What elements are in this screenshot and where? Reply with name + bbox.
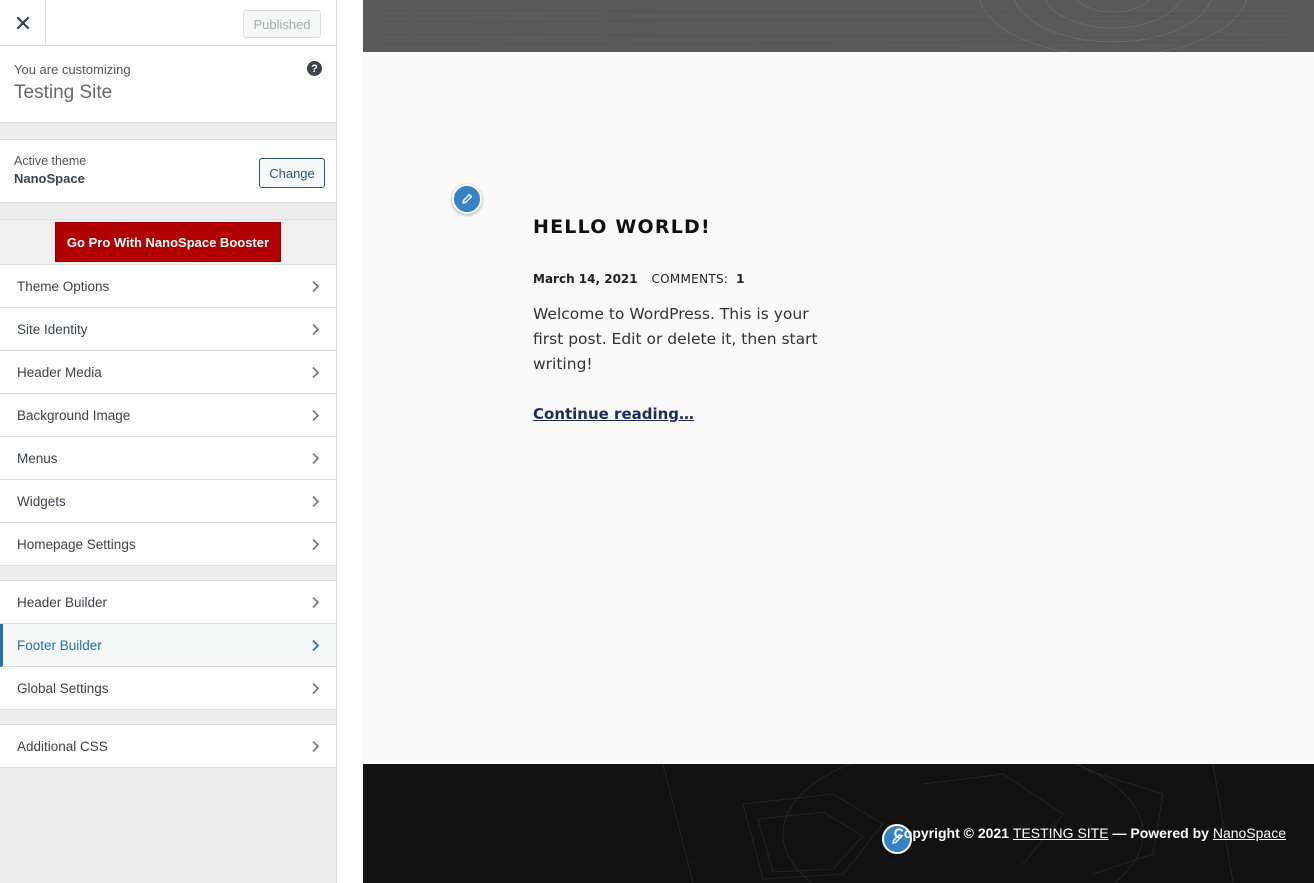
- post-excerpt: Welcome to WordPress. This is your first…: [533, 305, 818, 373]
- site-title: Testing Site: [14, 82, 113, 103]
- comments-label: COMMENTS:: [651, 272, 729, 286]
- chevron-right-icon: [312, 682, 320, 695]
- customizing-info: You are customizing Testing Site: [0, 46, 336, 123]
- close-icon: [16, 16, 29, 29]
- section-theme-options[interactable]: Theme Options: [0, 265, 336, 308]
- customizing-label: You are customizing: [14, 62, 131, 77]
- content-area: HELLO WORLD! March 14, 2021 COMMENTS: 1 …: [363, 52, 1314, 764]
- footer-site-link[interactable]: TESTING SITE: [1013, 825, 1109, 841]
- section-label: Background Image: [17, 407, 131, 423]
- chevron-right-icon: [312, 323, 320, 336]
- go-pro-button[interactable]: Go Pro With NanoSpace Booster: [55, 222, 281, 262]
- chevron-right-icon: [312, 740, 320, 753]
- copyright-prefix: Copyright © 2021: [893, 825, 1009, 841]
- promo-row: Go Pro With NanoSpace Booster: [0, 219, 336, 265]
- chevron-right-icon: [312, 639, 320, 652]
- chevron-right-icon: [312, 452, 320, 465]
- section-label: Menus: [17, 450, 58, 466]
- comments-count[interactable]: 1: [736, 272, 744, 286]
- post-date[interactable]: March 14, 2021: [533, 272, 638, 286]
- section-label: Homepage Settings: [17, 536, 136, 552]
- footer-theme-link[interactable]: NanoSpace: [1213, 825, 1286, 841]
- section-header-media[interactable]: Header Media: [0, 351, 336, 394]
- chevron-right-icon: [312, 280, 320, 293]
- site-preview: HELLO WORLD! March 14, 2021 COMMENTS: 1 …: [337, 0, 1314, 883]
- continue-reading-link[interactable]: Continue reading…: [533, 405, 694, 423]
- section-global-settings[interactable]: Global Settings: [0, 667, 336, 710]
- section-label: Global Settings: [17, 680, 109, 696]
- powered-by-text: — Powered by: [1112, 825, 1209, 841]
- section-header-builder[interactable]: Header Builder: [0, 581, 336, 624]
- section-site-identity[interactable]: Site Identity: [0, 308, 336, 351]
- footer-copyright: Copyright © 2021 TESTING SITE — Powered …: [894, 825, 1286, 841]
- active-theme-panel: Active theme NanoSpace Change: [0, 139, 336, 203]
- section-background-image[interactable]: Background Image: [0, 394, 336, 437]
- customizer-header: Published: [0, 0, 336, 46]
- customizer-sections-main: Theme Options Site Identity Header Media Ba…: [0, 265, 336, 566]
- post-meta: March 14, 2021 COMMENTS: 1: [533, 272, 744, 286]
- header-image: [363, 0, 1314, 52]
- section-widgets[interactable]: Widgets: [0, 480, 336, 523]
- section-label: Site Identity: [17, 321, 88, 337]
- help-icon[interactable]: ?: [307, 61, 322, 76]
- section-label: Theme Options: [17, 278, 110, 294]
- customizer-sections-builder: Header Builder Footer Builder Global Setti…: [0, 580, 336, 710]
- change-theme-button[interactable]: Change: [259, 158, 325, 188]
- post-title[interactable]: HELLO WORLD!: [533, 216, 711, 238]
- chevron-right-icon: [312, 495, 320, 508]
- section-menus[interactable]: Menus: [0, 437, 336, 480]
- customizer-sections-css: Additional CSS: [0, 724, 336, 768]
- edit-post-shortcut[interactable]: [452, 184, 482, 214]
- site-footer: Copyright © 2021 TESTING SITE — Powered …: [363, 764, 1314, 883]
- chevron-right-icon: [312, 409, 320, 422]
- section-label: Widgets: [17, 493, 66, 509]
- section-label: Footer Builder: [17, 637, 102, 653]
- close-customizer-button[interactable]: [0, 0, 46, 45]
- section-label: Header Media: [17, 364, 102, 380]
- section-additional-css[interactable]: Additional CSS: [0, 725, 336, 768]
- footer-texture: [363, 764, 1314, 883]
- chevron-right-icon: [312, 538, 320, 551]
- section-homepage-settings[interactable]: Homepage Settings: [0, 523, 336, 566]
- section-footer-builder[interactable]: Footer Builder: [0, 624, 336, 667]
- chevron-right-icon: [312, 366, 320, 379]
- header-texture: [363, 0, 1314, 52]
- chevron-right-icon: [312, 596, 320, 609]
- pencil-icon: [462, 193, 473, 204]
- customizer-sidebar: Published You are customizing Testing Si…: [0, 0, 337, 883]
- section-label: Header Builder: [17, 594, 108, 610]
- section-label: Additional CSS: [17, 738, 108, 754]
- publish-button[interactable]: Published: [243, 10, 321, 38]
